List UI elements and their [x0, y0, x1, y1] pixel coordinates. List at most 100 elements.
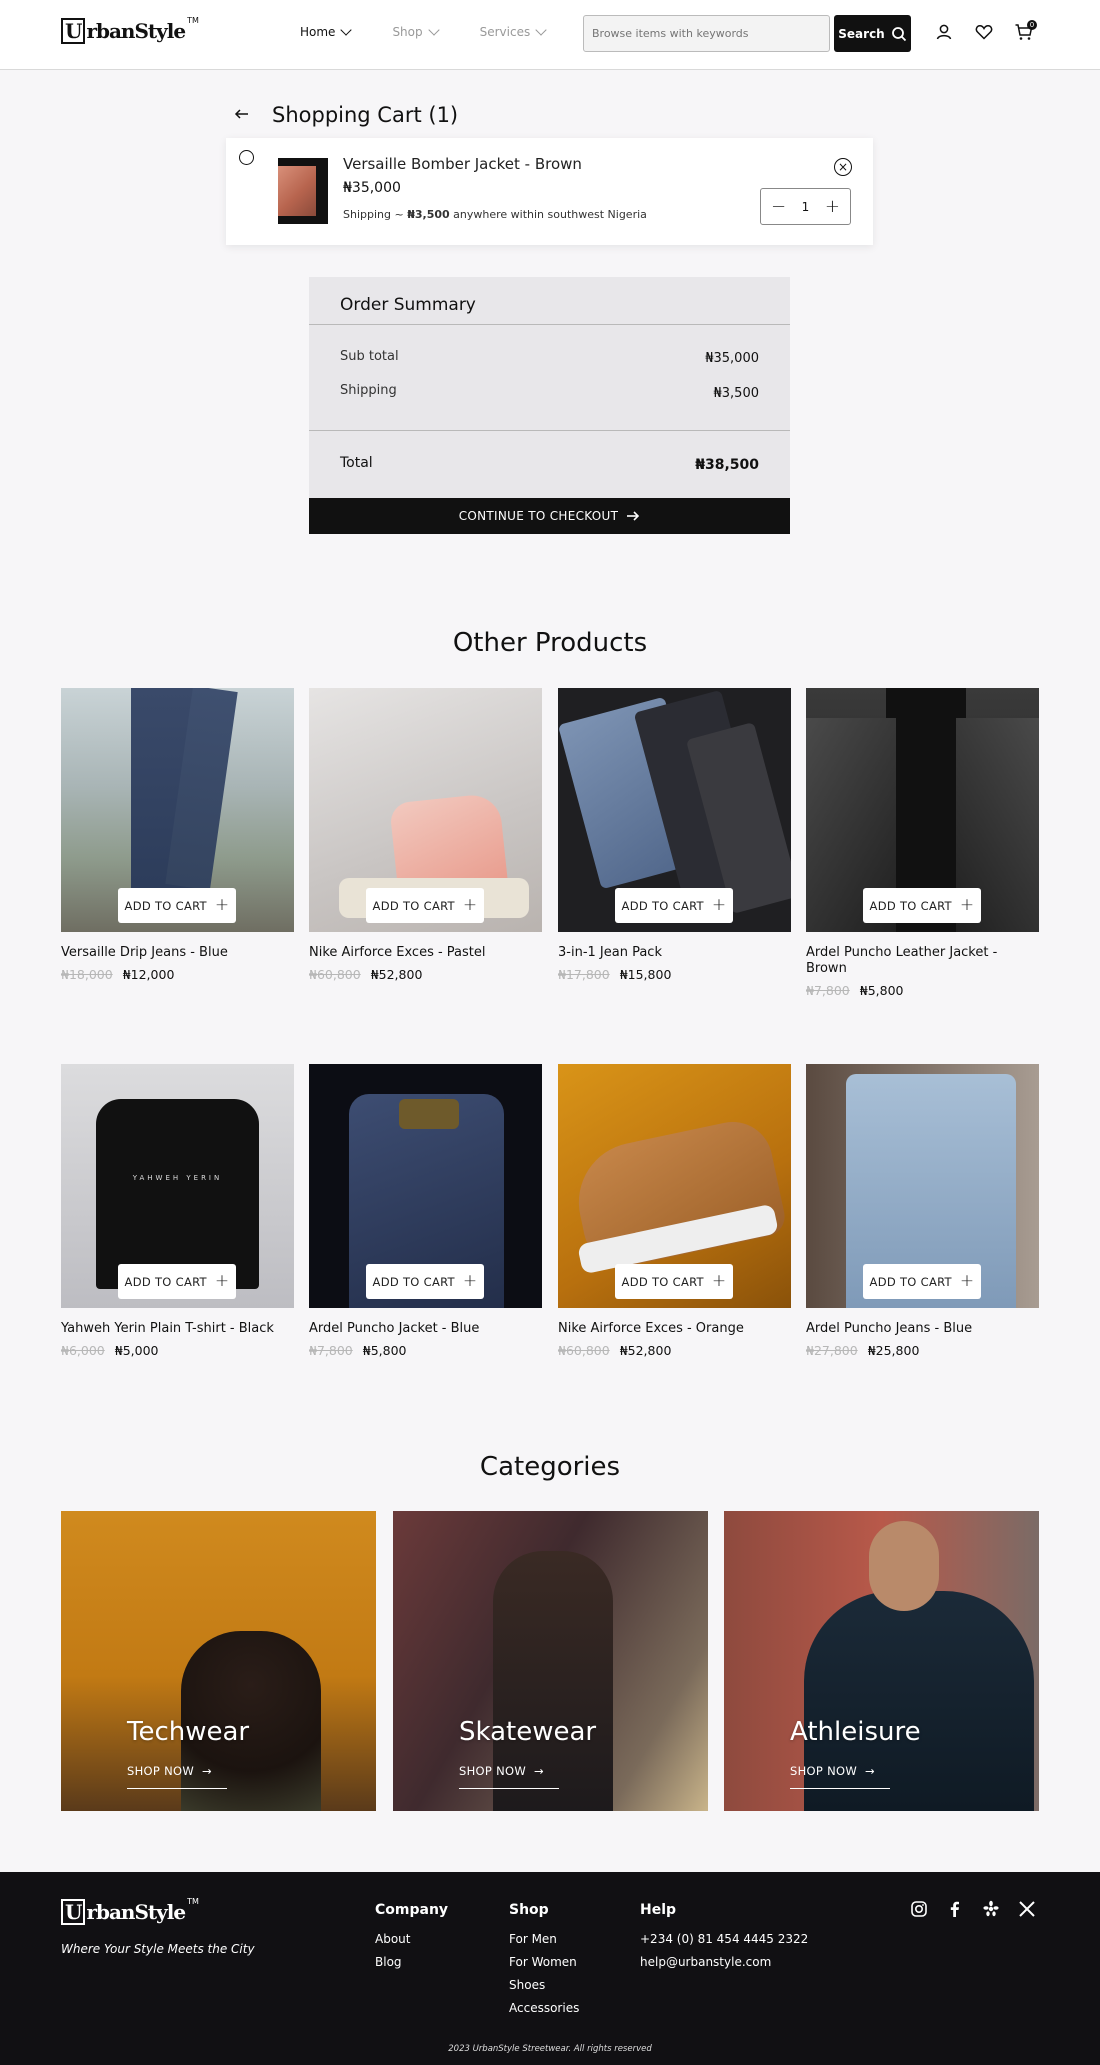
- nav-home[interactable]: Home: [300, 24, 353, 39]
- search-icon: [891, 26, 906, 41]
- instagram-icon[interactable]: [910, 1900, 928, 1918]
- product-card[interactable]: ADD TO CART + Versaille Drip Jeans - Blue…: [61, 688, 294, 982]
- plus-icon[interactable]: +: [825, 196, 840, 217]
- price: ₦5,000: [114, 1343, 159, 1358]
- shop-now-link[interactable]: SHOP NOW →: [127, 1764, 212, 1778]
- facebook-icon[interactable]: [946, 1900, 964, 1918]
- search-button[interactable]: Search: [834, 15, 911, 52]
- yelp-icon[interactable]: [982, 1900, 1000, 1918]
- underline: [127, 1788, 227, 1789]
- quantity-value[interactable]: 1: [802, 200, 810, 214]
- x-icon[interactable]: [1018, 1900, 1036, 1918]
- divider: [309, 430, 790, 431]
- product-card[interactable]: YAHWEH YERIN ADD TO CART + Yahweh Yerin P…: [61, 1064, 294, 1358]
- product-image[interactable]: ADD TO CART +: [806, 688, 1039, 932]
- shipping-amount: ₦3,500: [407, 208, 450, 221]
- product-name[interactable]: Ardel Puncho Jacket - Blue: [309, 1321, 542, 1337]
- product-prices: ₦7,800 ₦5,800: [806, 983, 1039, 998]
- cart-icon[interactable]: 0: [1014, 20, 1037, 42]
- add-to-cart-button[interactable]: ADD TO CART +: [615, 888, 733, 923]
- logo[interactable]: UrbanStyle TM: [61, 16, 199, 48]
- product-card[interactable]: ADD TO CART + Ardel Puncho Jeans - Blue ₦…: [806, 1064, 1039, 1358]
- price: ₦5,800: [859, 983, 904, 998]
- product-image[interactable]: ADD TO CART +: [558, 1064, 791, 1308]
- arrow-right-icon: →: [202, 1764, 212, 1778]
- add-to-cart-label: ADD TO CART: [869, 1274, 952, 1289]
- footer-link-men[interactable]: For Men: [509, 1932, 579, 1946]
- add-to-cart-button[interactable]: ADD TO CART +: [366, 1264, 484, 1299]
- nav-shop[interactable]: Shop: [392, 24, 440, 39]
- old-price: ₦60,800: [558, 1343, 610, 1358]
- product-name[interactable]: Ardel Puncho Leather Jacket - Brown: [806, 945, 1039, 977]
- footer-link-shoes[interactable]: Shoes: [509, 1978, 579, 1992]
- product-image[interactable]: ADD TO CART +: [558, 688, 791, 932]
- footer-link-about[interactable]: About: [375, 1932, 448, 1946]
- add-to-cart-label: ADD TO CART: [621, 1274, 704, 1289]
- user-icon[interactable]: [934, 22, 954, 42]
- minus-icon[interactable]: −: [771, 196, 786, 217]
- old-price: ₦6,000: [61, 1343, 105, 1358]
- select-item-radio[interactable]: [239, 150, 254, 165]
- plus-icon: +: [462, 1271, 478, 1291]
- product-card[interactable]: ADD TO CART + Nike Airforce Exces - Orang…: [558, 1064, 791, 1358]
- footer-shop-title: Shop: [509, 1902, 549, 1918]
- product-image[interactable]: ADD TO CART +: [806, 1064, 1039, 1308]
- category-card-skatewear[interactable]: Skatewear SHOP NOW →: [393, 1511, 708, 1811]
- product-name[interactable]: 3-in-1 Jean Pack: [558, 945, 791, 961]
- add-to-cart-label: ADD TO CART: [372, 898, 455, 913]
- product-image[interactable]: ADD TO CART +: [61, 688, 294, 932]
- product-card[interactable]: ADD TO CART + Ardel Puncho Leather Jacket…: [806, 688, 1039, 998]
- product-name[interactable]: Nike Airforce Exces - Pastel: [309, 945, 542, 961]
- add-to-cart-label: ADD TO CART: [621, 898, 704, 913]
- shipping-label: Shipping: [340, 383, 397, 398]
- footer-company: Company About Blog: [375, 1902, 448, 1978]
- product-name[interactable]: Ardel Puncho Jeans - Blue: [806, 1321, 1039, 1337]
- product-card[interactable]: ADD TO CART + Ardel Puncho Jacket - Blue …: [309, 1064, 542, 1358]
- remove-item-button[interactable]: ×: [834, 158, 852, 176]
- total-label: Total: [340, 455, 373, 471]
- add-to-cart-button[interactable]: ADD TO CART +: [863, 1264, 981, 1299]
- footer-logo[interactable]: UrbanStyle TM: [61, 1897, 199, 1929]
- add-to-cart-label: ADD TO CART: [124, 1274, 207, 1289]
- footer-link-accessories[interactable]: Accessories: [509, 2001, 579, 2015]
- footer-tagline: Where Your Style Meets the City: [61, 1942, 255, 1956]
- add-to-cart-label: ADD TO CART: [372, 1274, 455, 1289]
- product-prices: ₦17,800 ₦15,800: [558, 967, 791, 982]
- heart-icon[interactable]: [974, 22, 994, 42]
- product-image[interactable]: ADD TO CART +: [309, 688, 542, 932]
- category-card-techwear[interactable]: Techwear SHOP NOW →: [61, 1511, 376, 1811]
- nav-services-label: Services: [479, 25, 531, 39]
- old-price: ₦60,800: [309, 967, 361, 982]
- total-value: ₦38,500: [695, 457, 759, 473]
- add-to-cart-button[interactable]: ADD TO CART +: [615, 1264, 733, 1299]
- product-name[interactable]: Nike Airforce Exces - Orange: [558, 1321, 791, 1337]
- social-links: [910, 1900, 1036, 1918]
- footer-phone[interactable]: +234 (0) 81 454 4445 2322: [640, 1932, 808, 1946]
- product-name[interactable]: Yahweh Yerin Plain T-shirt - Black: [61, 1321, 294, 1337]
- product-card[interactable]: ADD TO CART + Nike Airforce Exces - Paste…: [309, 688, 542, 982]
- product-prices: ₦60,800 ₦52,800: [309, 967, 542, 982]
- add-to-cart-button[interactable]: ADD TO CART +: [863, 888, 981, 923]
- checkout-button[interactable]: CONTINUE TO CHECKOUT: [309, 498, 790, 534]
- category-name: Athleisure: [790, 1717, 921, 1747]
- category-card-athleisure[interactable]: Athleisure SHOP NOW →: [724, 1511, 1039, 1811]
- nav-services[interactable]: Services: [479, 24, 547, 39]
- search-input[interactable]: [583, 15, 830, 52]
- product-image[interactable]: YAHWEH YERIN ADD TO CART +: [61, 1064, 294, 1308]
- price: ₦52,800: [370, 967, 423, 982]
- footer-link-blog[interactable]: Blog: [375, 1955, 448, 1969]
- add-to-cart-button[interactable]: ADD TO CART +: [118, 1264, 236, 1299]
- add-to-cart-button[interactable]: ADD TO CART +: [366, 888, 484, 923]
- shop-now-link[interactable]: SHOP NOW →: [459, 1764, 544, 1778]
- product-name[interactable]: Versaille Drip Jeans - Blue: [61, 945, 294, 961]
- footer-email[interactable]: help@urbanstyle.com: [640, 1955, 808, 1969]
- arrow-right-icon: →: [534, 1764, 544, 1778]
- add-to-cart-button[interactable]: ADD TO CART +: [118, 888, 236, 923]
- footer-link-women[interactable]: For Women: [509, 1955, 579, 1969]
- shop-now-link[interactable]: SHOP NOW →: [790, 1764, 875, 1778]
- back-arrow-icon[interactable]: [234, 106, 250, 122]
- site-header: UrbanStyle TM Home Shop Services Search …: [0, 0, 1100, 70]
- product-prices: ₦7,800 ₦5,800: [309, 1343, 542, 1358]
- product-image[interactable]: ADD TO CART +: [309, 1064, 542, 1308]
- product-card[interactable]: ADD TO CART + 3-in-1 Jean Pack ₦17,800 ₦15…: [558, 688, 791, 982]
